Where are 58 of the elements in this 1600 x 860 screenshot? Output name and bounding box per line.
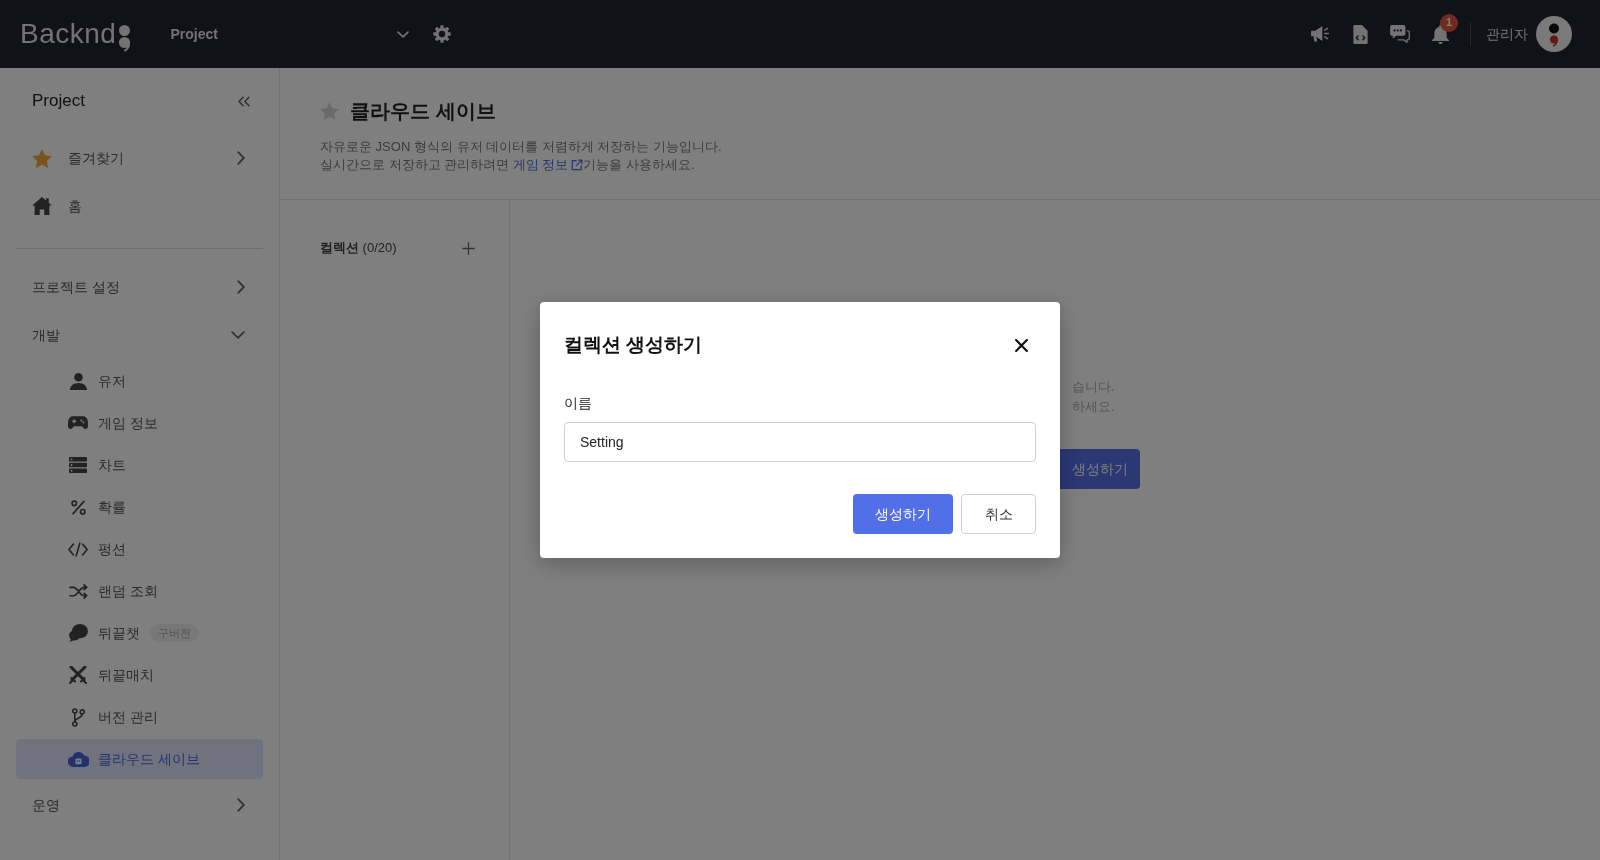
page-description: 자유로운 JSON 형식의 유저 데이터를 저렴하게 저장하는 기능입니다.: [320, 138, 723, 156]
sidebar-item[interactable]: 확률: [16, 487, 263, 527]
chevron-right-icon[interactable]: [237, 151, 245, 165]
name-input[interactable]: Setting: [564, 422, 1036, 462]
collapse-sidebar-icon[interactable]: [238, 95, 250, 107]
sidebar-section[interactable]: 운영: [16, 781, 263, 829]
megaphone-icon[interactable]: [1311, 26, 1329, 42]
branch-icon: [71, 707, 85, 727]
settings-icon[interactable]: [433, 25, 452, 43]
chevron-right-icon[interactable]: [237, 798, 245, 812]
sidebar-section[interactable]: 개발: [16, 311, 263, 359]
chevron-down-icon[interactable]: [231, 331, 245, 339]
chat-bubbles-icon: [68, 624, 88, 642]
file-code-icon[interactable]: [1352, 24, 1368, 44]
chevron-down-icon: [397, 30, 410, 38]
avatar-icon[interactable]: [1536, 16, 1572, 52]
sidebar-item[interactable]: 즐겨찾기: [16, 134, 263, 182]
sidebar-section[interactable]: 프로젝트 설정: [16, 263, 263, 311]
server-icon: [69, 457, 87, 473]
sidebar-item[interactable]: 유저: [16, 361, 263, 401]
user-name: 관리자: [1486, 24, 1528, 44]
modal-title: 컬렉션 생성하기: [564, 333, 703, 357]
sidebar-item[interactable]: 펑션: [16, 529, 263, 569]
plus-icon[interactable]: [462, 241, 475, 255]
create-collection-button[interactable]: 생성하기: [1059, 449, 1140, 489]
game-info-link[interactable]: 게임 정보: [512, 156, 584, 174]
sidebar-item[interactable]: 뒤끝매치: [16, 655, 263, 695]
sidebar-item[interactable]: 게임 정보: [16, 403, 263, 443]
sidebar-item[interactable]: 차트: [16, 445, 263, 485]
chevron-right-icon[interactable]: [237, 280, 245, 294]
sidebar-item[interactable]: 버전 관리: [16, 697, 263, 737]
crossed-swords-icon: [69, 666, 87, 684]
percent-icon: [70, 499, 86, 515]
bell-icon[interactable]: [1431, 24, 1449, 44]
collections-heading: 컬렉션 (0/20): [320, 239, 397, 257]
code-icon: [68, 541, 88, 557]
page-description: 실시간으로 저장하고 관리하려면 게임 정보 기능을 사용하세요.: [320, 156, 696, 174]
notification-count: 1: [1440, 13, 1458, 32]
logo-text: Backnd: [20, 20, 117, 48]
cloud-icon: [67, 751, 89, 767]
project-selector[interactable]: Project: [170, 17, 410, 51]
sidebar-item[interactable]: 홈: [16, 182, 263, 230]
sidebar-item[interactable]: 랜덤 조회: [16, 571, 263, 611]
chat-icon[interactable]: [1390, 25, 1410, 43]
create-button[interactable]: 생성하기: [853, 494, 953, 534]
gamepad-icon: [68, 416, 88, 430]
star-icon: [32, 148, 52, 168]
person-icon: [69, 372, 87, 390]
close-icon: [1014, 338, 1028, 352]
sidebar-item[interactable]: 클라우드 세이브: [16, 739, 263, 779]
page-title: 클라우드 세이브: [350, 99, 496, 124]
house-icon: [32, 197, 52, 215]
sidebar-title: Project: [32, 90, 85, 112]
shuffle-icon: [68, 583, 88, 599]
external-link-icon: [571, 159, 584, 171]
cancel-button[interactable]: 취소: [961, 494, 1036, 534]
field-label: 이름: [564, 394, 593, 413]
logo-mark-icon: [118, 25, 132, 52]
